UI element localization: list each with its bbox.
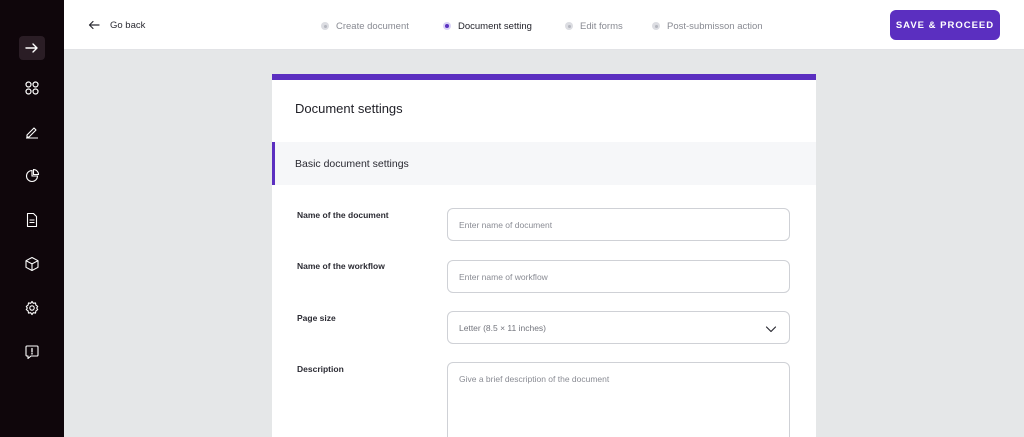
sidebar-item-packages[interactable] — [20, 252, 44, 276]
sidebar-item-feedback[interactable] — [20, 340, 44, 364]
step-create-document[interactable]: Create document — [321, 19, 409, 33]
sidebar-item-documents[interactable] — [20, 208, 44, 232]
pen-icon — [26, 127, 38, 139]
sidebar-item-settings[interactable] — [20, 296, 44, 320]
chevron-down-icon — [765, 326, 777, 333]
step-indicator-icon — [565, 22, 573, 30]
document-settings-card: Document settings Basic document setting… — [272, 74, 816, 437]
pie-chart-icon — [25, 168, 40, 183]
step-label: Post-submisson action — [667, 20, 763, 32]
step-label: Create document — [336, 20, 409, 32]
section-header: Basic document settings — [272, 142, 816, 185]
cube-icon — [25, 256, 39, 272]
top-bar: Go back Create document Document setting… — [64, 0, 1024, 50]
step-indicator-icon — [652, 22, 660, 30]
card-accent-bar — [272, 74, 816, 80]
step-document-setting[interactable]: Document setting — [443, 19, 532, 33]
page-size-value: Letter (8.5 × 11 inches) — [459, 323, 547, 333]
sidebar-item-edit[interactable] — [20, 120, 44, 144]
arrow-right-icon — [25, 43, 38, 53]
section-title: Basic document settings — [295, 158, 409, 170]
feedback-icon — [25, 345, 39, 360]
arrow-left-icon — [88, 20, 100, 30]
page-title: Document settings — [295, 101, 403, 116]
go-back-link[interactable]: Go back — [88, 17, 145, 33]
sidebar — [0, 0, 64, 437]
document-icon — [26, 212, 38, 228]
sidebar-item-dashboard[interactable] — [20, 76, 44, 100]
description-textarea[interactable] — [447, 362, 790, 437]
step-label: Edit forms — [580, 20, 623, 32]
gear-icon — [25, 300, 39, 316]
page-size-select[interactable]: Letter (8.5 × 11 inches) — [447, 311, 790, 344]
document-name-label: Name of the document — [297, 210, 389, 220]
workflow-name-input[interactable] — [447, 260, 790, 293]
step-post-submission-action[interactable]: Post-submisson action — [652, 19, 763, 33]
page-size-label: Page size — [297, 313, 336, 323]
step-label: Document setting — [458, 20, 532, 32]
step-indicator-icon — [443, 22, 451, 30]
grid-icon — [25, 81, 39, 95]
save-and-proceed-button[interactable]: SAVE & PROCEED — [890, 10, 1000, 40]
step-indicator-icon — [321, 22, 329, 30]
go-back-label: Go back — [110, 19, 146, 31]
step-edit-forms[interactable]: Edit forms — [565, 19, 623, 33]
expand-sidebar-button[interactable] — [19, 36, 45, 60]
workflow-name-label: Name of the workflow — [297, 261, 385, 271]
document-name-input[interactable] — [447, 208, 790, 241]
description-label: Description — [297, 364, 344, 374]
sidebar-item-analytics[interactable] — [20, 164, 44, 188]
